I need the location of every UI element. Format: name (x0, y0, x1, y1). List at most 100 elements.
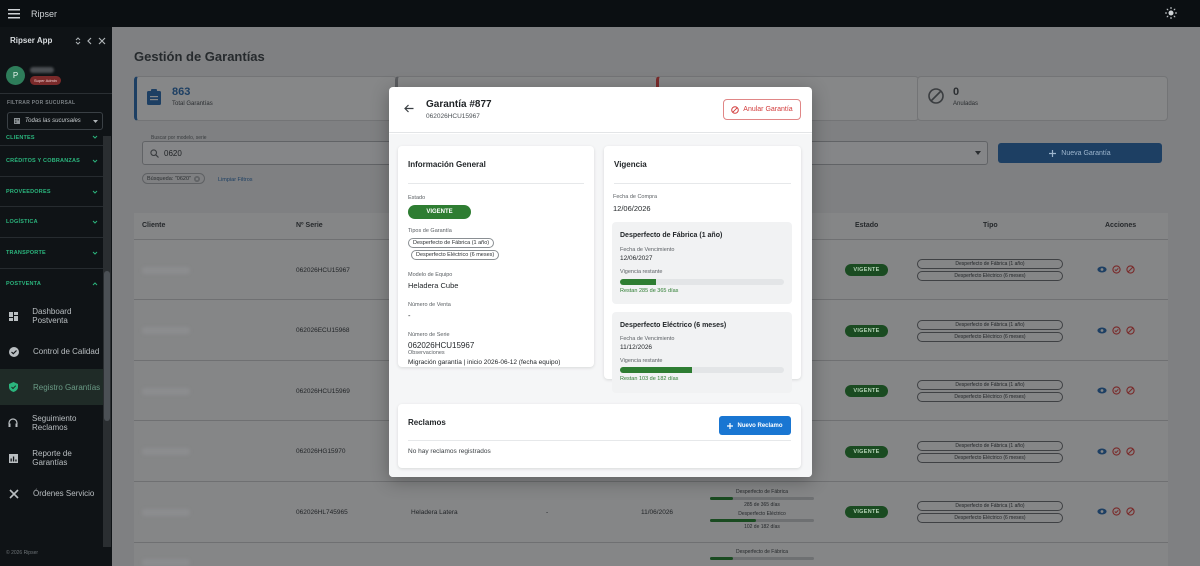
field-label: Número de Venta (408, 302, 451, 308)
chevron-down-icon (92, 251, 98, 255)
view-icon[interactable] (1097, 266, 1107, 273)
claim-icon[interactable] (1112, 386, 1121, 395)
nav-section-postventa[interactable]: POSTVENTA (0, 267, 104, 299)
sidebar-item-reporte-garantias[interactable]: Reporte de Garantías (0, 440, 104, 476)
cancel-icon[interactable] (1126, 507, 1135, 516)
menu-icon[interactable] (8, 8, 22, 19)
branch-select[interactable]: Todas las sucursales (7, 112, 103, 130)
field-value-modelo: Heladera Cube (408, 281, 459, 290)
sidebar-item-label: Registro Garantías (33, 382, 101, 392)
clear-filters-link[interactable]: Limpiar Filtros (218, 177, 253, 183)
scrollbar-thumb[interactable] (104, 271, 110, 421)
user-profile[interactable]: P Super Admin (6, 66, 61, 85)
sidebar-scrollbar[interactable] (103, 136, 111, 547)
claim-icon[interactable] (1112, 326, 1121, 335)
row-actions (1097, 265, 1140, 274)
table-cell-modelo: Heladera Latera (411, 509, 458, 516)
filter-chip[interactable]: Búsqueda: "0620" (142, 173, 205, 184)
view-icon[interactable] (1097, 508, 1107, 515)
stat-value: 863 (172, 86, 191, 98)
claim-icon[interactable] (1112, 265, 1121, 274)
building-icon (13, 117, 21, 125)
cancel-warranty-button[interactable]: Anular Garantía (723, 99, 801, 120)
sidebar-item-control-calidad[interactable]: Control de Calidad (0, 334, 104, 370)
caret-down-icon (93, 119, 98, 123)
type-chip: Desperfecto Eléctrico (6 meses) (917, 453, 1063, 463)
filter-chip-label: Búsqueda: "0620" (147, 175, 191, 182)
table-cell-serie: 062026ECU15968 (296, 327, 350, 334)
sidebar-item-label: Órdenes Servicio (33, 489, 95, 499)
nav-section-transporte[interactable]: TRANSPORTE (0, 237, 104, 268)
nav-section-proveedores[interactable]: PROVEEDORES (0, 175, 104, 207)
new-warranty-button[interactable]: Nueva Garantía (998, 143, 1162, 163)
search-input[interactable]: Buscar por modelo, serie 0620 (142, 135, 392, 165)
stat-label: Anuladas (953, 101, 979, 107)
nav-section-creditos[interactable]: CRÉDITOS Y COBRANZAS (0, 145, 104, 176)
sidebar-item-registro-garantias[interactable]: Registro Garantías (0, 369, 104, 405)
column-header-serie[interactable]: Nº Serie (296, 222, 323, 229)
claim-icon[interactable] (1112, 447, 1121, 456)
field-value-vencimiento: 11/12/2026 (620, 344, 653, 351)
status-badge: VIGENTE (845, 385, 888, 397)
nav-section-logistica[interactable]: LOGÍSTICA (0, 206, 104, 237)
view-icon[interactable] (1097, 448, 1107, 455)
user-name-blurred (30, 66, 54, 73)
column-header-acciones[interactable]: Acciones (1105, 222, 1136, 229)
status-badge: VIGENTE (408, 205, 471, 219)
column-header-tipo[interactable]: Tipo (983, 222, 998, 229)
client-name-blurred (142, 448, 190, 455)
type-chip: Desperfecto Eléctrico (6 meses) (411, 250, 500, 260)
user-role-badge: Super Admin (30, 75, 61, 85)
close-icon[interactable] (193, 175, 200, 182)
general-info-card: Información General Estado VIGENTE Tipos… (398, 146, 594, 367)
card-title: Información General (408, 160, 486, 169)
cancel-icon[interactable] (1126, 326, 1135, 335)
nav-section-clientes[interactable]: CLIENTES (0, 135, 104, 145)
vigencia-progress: Desperfecto Eléctrico 102 de 182 días (710, 511, 814, 530)
branch-select-value: Todas las sucursales (25, 118, 81, 124)
validity-progress-fill (620, 367, 693, 373)
cancel-icon[interactable] (1126, 447, 1135, 456)
table-cell-serie: 062026HG15970 (296, 448, 346, 455)
view-icon[interactable] (1097, 327, 1107, 334)
field-value-observaciones: Migración garantía | inicio 2026-06-12 (… (408, 359, 561, 366)
claim-icon[interactable] (1112, 507, 1121, 516)
field-label: Tipos de Garantía (408, 228, 452, 234)
empty-claims-message: No hay reclamos registrados (408, 448, 491, 455)
validity-item-title: Desperfecto Eléctrico (6 meses) (620, 322, 727, 329)
column-header-cliente[interactable]: Cliente (142, 222, 165, 229)
sidebar-item-ordenes-servicio[interactable]: Órdenes Servicio (0, 476, 104, 512)
branch-filter-label: FILTRAR POR SUCURSAL (7, 100, 76, 106)
plus-icon (1049, 149, 1057, 157)
field-label: Observaciones (408, 350, 445, 356)
field-label: Vigencia restante (620, 358, 663, 364)
status-select[interactable] (802, 141, 988, 165)
cancel-icon[interactable] (1126, 386, 1135, 395)
cancel-icon[interactable] (1126, 265, 1135, 274)
sidebar-item-seguimiento-reclamos[interactable]: Seguimiento Reclamos (0, 405, 104, 441)
validity-progress-fill (620, 279, 657, 285)
field-label: Fecha de Compra (613, 194, 658, 200)
validity-progress-bar (620, 367, 784, 373)
status-badge: VIGENTE (845, 506, 888, 518)
view-icon[interactable] (1097, 387, 1107, 394)
headset-icon (8, 418, 18, 428)
client-name-blurred (142, 267, 190, 274)
close-icon[interactable] (98, 37, 106, 45)
new-claim-label: Nuevo Reclamo (737, 422, 783, 429)
status-badge: VIGENTE (845, 325, 888, 337)
sidebar-item-label: Reporte de Garantías (32, 449, 72, 468)
caret-down-icon (975, 151, 981, 155)
search-icon (150, 149, 159, 158)
client-name-blurred (142, 388, 190, 395)
page-title: Gestión de Garantías (134, 49, 265, 64)
chevron-left-icon[interactable] (87, 37, 92, 45)
sidebar-item-dashboard-postventa[interactable]: Dashboard Postventa (0, 298, 104, 334)
arrow-back-icon[interactable] (404, 104, 414, 113)
table-cell-serie: 062026HCU15969 (296, 388, 350, 395)
brightness-icon[interactable] (1165, 7, 1177, 19)
type-chip: Desperfecto de Fábrica (1 año) (917, 441, 1063, 451)
unfold-icon[interactable] (75, 36, 81, 45)
column-header-estado[interactable]: Estado (855, 222, 878, 229)
new-claim-button[interactable]: Nuevo Reclamo (719, 416, 791, 435)
